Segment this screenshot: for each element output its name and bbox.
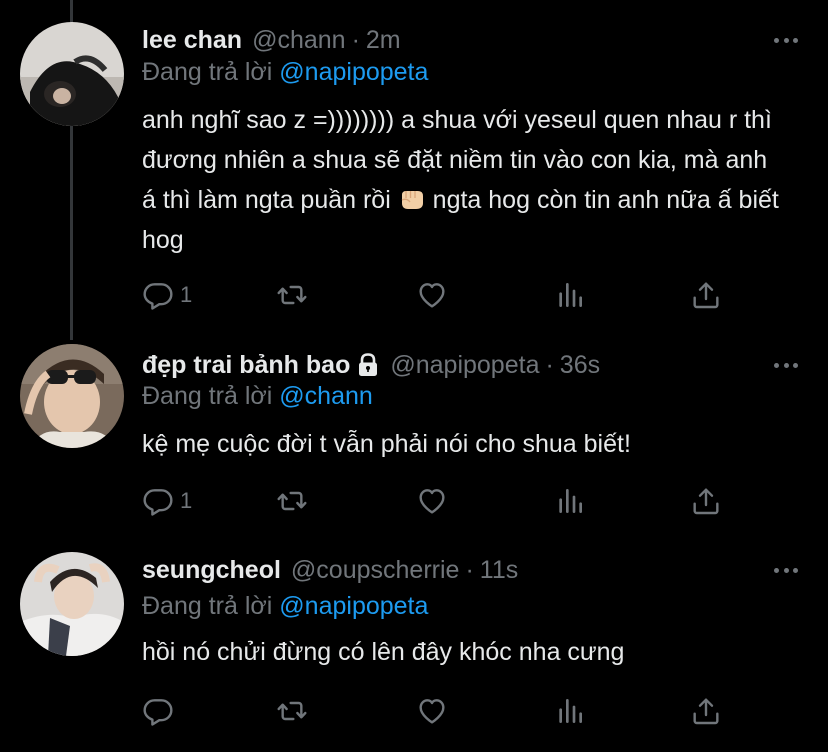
reply-button[interactable] — [142, 694, 180, 728]
action-bar: 1 — [142, 484, 732, 518]
like-button[interactable] — [416, 694, 448, 728]
analytics-icon — [554, 279, 586, 311]
avatar-seungcheol[interactable] — [20, 552, 124, 656]
like-icon — [416, 695, 448, 727]
reply-mention-link[interactable]: @chann — [279, 382, 373, 410]
replying-to: Đang trả lời @chann — [142, 382, 373, 411]
analytics-button[interactable] — [554, 694, 586, 728]
separator-dot: · — [465, 555, 474, 584]
analytics-button[interactable] — [554, 278, 586, 312]
share-button[interactable] — [690, 484, 722, 518]
timestamp[interactable]: 11s — [480, 556, 518, 585]
reply-mention-link[interactable]: @napipopeta — [279, 592, 428, 620]
tweet-header: đẹp trai bảnh bao @napipopeta · 36s — [142, 349, 600, 381]
avatar-dep-trai-banh-bao[interactable] — [20, 344, 124, 448]
share-icon — [690, 279, 722, 311]
replying-to-label: Đang trả lời — [142, 592, 273, 620]
retweet-icon — [276, 485, 308, 517]
action-bar: 1 — [142, 278, 732, 312]
reply-icon — [142, 695, 174, 727]
tweet-header: lee chan @chann · 2m — [142, 24, 401, 56]
tweet-text: hồi nó chửi đừng có lên đây khóc nha cưn… — [142, 632, 782, 672]
reply-mention-link[interactable]: @napipopeta — [279, 58, 428, 86]
more-icon[interactable] — [774, 361, 798, 369]
more-icon[interactable] — [774, 36, 798, 44]
like-button[interactable] — [416, 278, 448, 312]
tweet-2[interactable]: đẹp trai bảnh bao @napipopeta · 36s Đang… — [0, 340, 828, 540]
tweet-text: kệ mẹ cuộc đời t vẫn phải nói cho shua b… — [142, 424, 782, 464]
analytics-button[interactable] — [554, 484, 586, 518]
tweet-text-content: kệ mẹ cuộc đời t vẫn phải nói cho shua b… — [142, 430, 631, 458]
user-handle[interactable]: @coupscherrie — [291, 556, 460, 585]
user-handle[interactable]: @napipopeta — [390, 351, 539, 380]
share-button[interactable] — [690, 278, 722, 312]
user-handle[interactable]: @chann — [252, 26, 346, 55]
tweet-header: seungcheol @coupscherrie · 11s — [142, 554, 518, 586]
separator-dot: · — [545, 350, 554, 379]
display-name[interactable]: đẹp trai bảnh bao — [142, 351, 350, 380]
reply-icon — [142, 279, 174, 311]
replying-to-label: Đang trả lời — [142, 382, 273, 410]
retweet-icon — [276, 279, 308, 311]
retweet-icon — [276, 695, 308, 727]
tweet-text-content: hồi nó chửi đừng có lên đây khóc nha cưn… — [142, 638, 625, 666]
replying-to-label: Đang trả lời — [142, 58, 273, 86]
analytics-icon — [554, 485, 586, 517]
avatar-lee-chan[interactable] — [20, 22, 124, 126]
display-name[interactable]: lee chan — [142, 26, 242, 55]
lock-icon — [359, 353, 378, 376]
more-icon[interactable] — [774, 566, 798, 574]
like-button[interactable] — [416, 484, 448, 518]
reply-button[interactable]: 1 — [142, 278, 192, 312]
reply-count: 1 — [180, 488, 193, 513]
fist-emoji-icon — [401, 191, 423, 209]
tweet-3[interactable]: seungcheol @coupscherrie · 11s Đang trả … — [0, 540, 828, 752]
display-name[interactable]: seungcheol — [142, 556, 281, 585]
timestamp[interactable]: 2m — [366, 26, 401, 55]
share-icon — [690, 485, 722, 517]
separator-dot: · — [351, 25, 360, 54]
replying-to: Đang trả lời @napipopeta — [142, 592, 428, 621]
reply-icon — [142, 485, 174, 517]
share-icon — [690, 695, 722, 727]
retweet-button[interactable] — [276, 694, 308, 728]
reply-button[interactable]: 1 — [142, 484, 192, 518]
like-icon — [416, 485, 448, 517]
share-button[interactable] — [690, 694, 722, 728]
analytics-icon — [554, 695, 586, 727]
replying-to: Đang trả lời @napipopeta — [142, 58, 428, 87]
retweet-button[interactable] — [276, 278, 308, 312]
timestamp[interactable]: 36s — [560, 351, 600, 380]
like-icon — [416, 279, 448, 311]
tweet-text: anh nghĩ sao z =)))))))) a shua với yese… — [142, 100, 782, 260]
action-bar — [142, 694, 732, 728]
tweet-1[interactable]: lee chan @chann · 2m Đang trả lời @napip… — [0, 0, 828, 340]
reply-count: 1 — [180, 282, 193, 307]
retweet-button[interactable] — [276, 484, 308, 518]
